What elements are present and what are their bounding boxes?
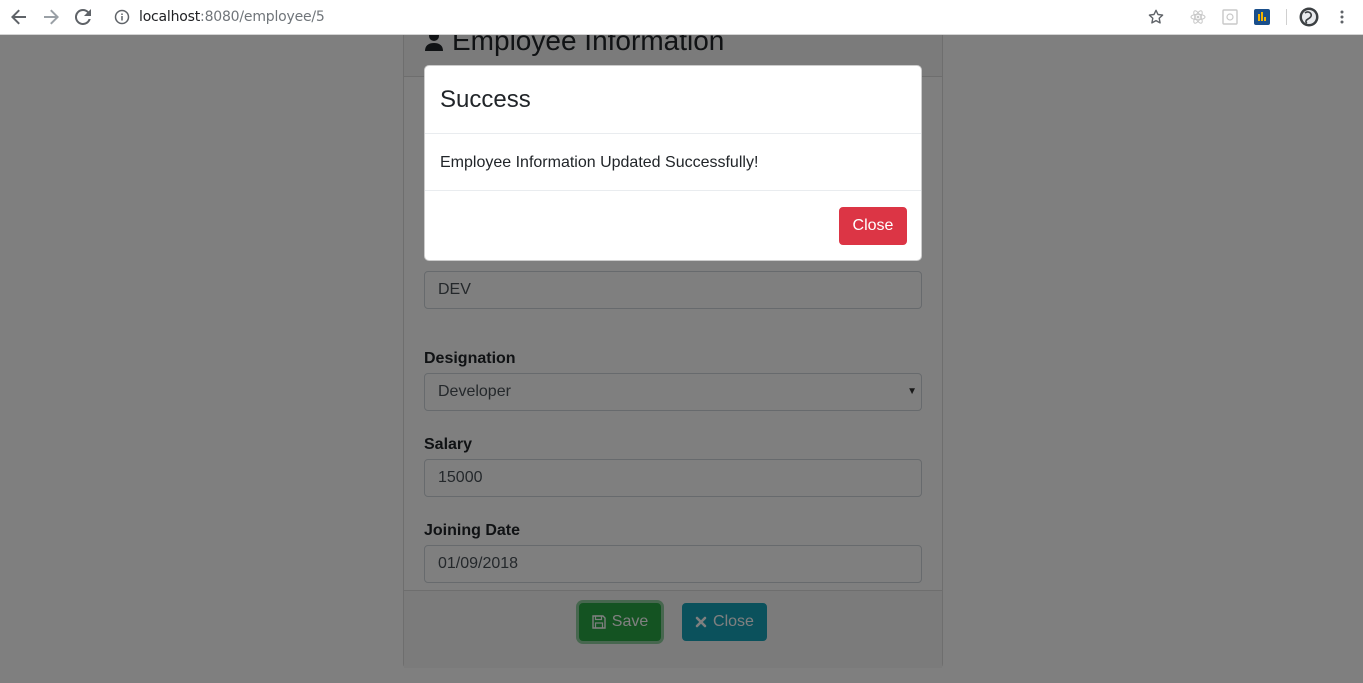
site-info-button[interactable] bbox=[114, 9, 130, 25]
profile-avatar[interactable] bbox=[1299, 7, 1319, 27]
avatar-icon bbox=[1299, 7, 1319, 27]
kebab-menu-icon bbox=[1340, 10, 1344, 24]
star-icon bbox=[1148, 9, 1164, 24]
modal-title: Success bbox=[440, 86, 531, 113]
back-arrow-icon bbox=[11, 9, 26, 25]
address-bar[interactable]: localhost:8080/employee/5 bbox=[139, 9, 325, 25]
extension-chart-button[interactable] bbox=[1253, 8, 1271, 26]
forward-button[interactable] bbox=[39, 6, 63, 28]
modal-body: Employee Information Updated Successfull… bbox=[425, 134, 921, 191]
react-atom-icon bbox=[1190, 10, 1206, 24]
modal-close-button[interactable]: Close bbox=[839, 207, 907, 245]
forward-arrow-icon bbox=[44, 9, 59, 25]
back-button[interactable] bbox=[7, 6, 31, 28]
success-modal: Success Employee Information Updated Suc… bbox=[424, 65, 922, 261]
reload-button[interactable] bbox=[71, 6, 95, 28]
modal-message: Employee Information Updated Successfull… bbox=[440, 154, 759, 171]
grid-extension-icon bbox=[1222, 9, 1238, 25]
extension-react-button[interactable] bbox=[1189, 8, 1207, 26]
modal-header: Success bbox=[425, 66, 921, 134]
reload-icon bbox=[75, 9, 91, 25]
url-host: localhost bbox=[139, 9, 201, 25]
info-icon bbox=[114, 9, 130, 25]
extension-grid-button[interactable] bbox=[1221, 8, 1239, 26]
url-path: :8080/employee/5 bbox=[200, 9, 325, 25]
toolbar-separator bbox=[1286, 9, 1287, 25]
browser-menu-button[interactable] bbox=[1333, 8, 1351, 26]
browser-toolbar: localhost:8080/employee/5 bbox=[0, 0, 1363, 35]
bookmark-button[interactable] bbox=[1147, 8, 1165, 26]
chart-extension-icon bbox=[1254, 9, 1270, 25]
